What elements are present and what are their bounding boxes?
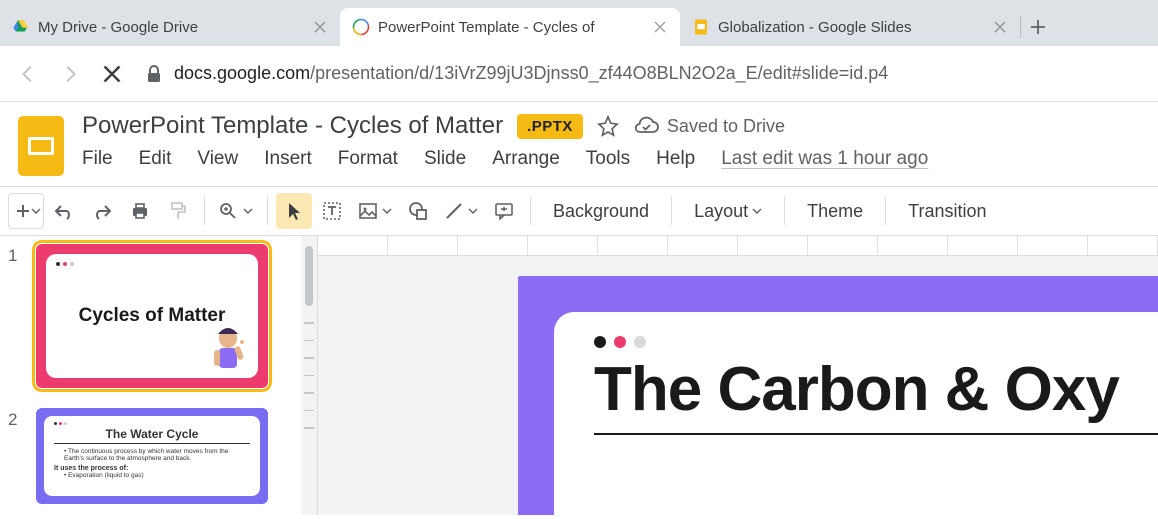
toolbar: Background Layout Theme Transition (0, 186, 1158, 236)
menu-edit[interactable]: Edit (139, 148, 172, 170)
menu-file[interactable]: File (82, 148, 113, 170)
lock-icon (146, 65, 162, 83)
chevron-down-icon (752, 206, 762, 216)
forward-button[interactable] (52, 56, 88, 92)
thumb-bullet: The continuous process by which water mo… (64, 448, 228, 462)
slides-logo-icon[interactable] (18, 116, 64, 176)
workspace: 1 Cycles of Matter (0, 236, 1158, 515)
title-underline (594, 433, 1158, 435)
zoom-button[interactable] (213, 193, 259, 229)
scrollbar-thumb[interactable] (305, 246, 313, 306)
print-button[interactable] (122, 193, 158, 229)
slide-title[interactable]: The Carbon & Oxy (594, 354, 1158, 425)
slides-icon (692, 18, 710, 36)
chevron-down-icon (243, 206, 253, 216)
thumb-title: The Water Cycle (54, 427, 250, 441)
image-tool[interactable] (352, 193, 398, 229)
document-title[interactable]: PowerPoint Template - Cycles of Matter (82, 112, 503, 140)
separator (267, 197, 268, 225)
slide-thumbnail[interactable]: 2 The Water Cycle • The continuous proce… (8, 408, 289, 504)
thumb-bullet: Evaporation (liquid to gas) (68, 472, 144, 479)
url-text: docs.google.com/presentation/d/13iVrZ99j… (174, 63, 888, 84)
menu-slide[interactable]: Slide (424, 148, 466, 170)
person-illustration-icon (204, 324, 252, 378)
slide-canvas[interactable]: The Carbon & Oxy (318, 236, 1158, 515)
select-tool[interactable] (276, 193, 312, 229)
menu-tools[interactable]: Tools (586, 148, 630, 170)
drive-icon (12, 18, 30, 36)
close-icon[interactable] (652, 19, 668, 35)
save-status[interactable]: Saved to Drive (633, 116, 785, 137)
separator (204, 197, 205, 225)
chevron-down-icon (31, 206, 41, 216)
comment-button[interactable] (486, 193, 522, 229)
tab-title: Globalization - Google Slides (718, 19, 984, 36)
menu-arrange[interactable]: Arrange (492, 148, 560, 170)
document-header: PowerPoint Template - Cycles of Matter .… (0, 102, 1158, 176)
chevron-down-icon (468, 206, 478, 216)
save-status-text: Saved to Drive (667, 116, 785, 137)
slide-number: 1 (8, 244, 24, 388)
stop-reload-button[interactable] (94, 56, 130, 92)
new-slide-button[interactable] (8, 193, 44, 229)
separator (530, 197, 531, 225)
layout-button[interactable]: Layout (680, 193, 776, 229)
star-button[interactable] (597, 115, 619, 137)
undo-button[interactable] (46, 193, 82, 229)
separator (784, 197, 785, 225)
slide-number: 2 (8, 408, 24, 504)
menu-format[interactable]: Format (338, 148, 398, 170)
close-icon[interactable] (992, 19, 1008, 35)
back-button[interactable] (10, 56, 46, 92)
new-tab-button[interactable] (1021, 8, 1055, 46)
file-format-badge: .PPTX (517, 114, 583, 139)
browser-tab-strip: My Drive - Google Drive PowerPoint Templ… (0, 0, 1158, 46)
paint-format-button[interactable] (160, 193, 196, 229)
url-field[interactable]: docs.google.com/presentation/d/13iVrZ99j… (136, 56, 1148, 92)
separator (885, 197, 886, 225)
slide-panel: 1 Cycles of Matter (0, 236, 318, 515)
horizontal-ruler (318, 236, 1158, 256)
line-tool[interactable] (438, 193, 484, 229)
separator (671, 197, 672, 225)
chevron-down-icon (382, 206, 392, 216)
browser-tab[interactable]: PowerPoint Template - Cycles of (340, 8, 680, 46)
theme-button[interactable]: Theme (793, 193, 877, 229)
thumb-subheading: It uses the process of: (54, 465, 250, 472)
slide-thumbnail[interactable]: 1 Cycles of Matter (8, 244, 289, 388)
slides-icon (352, 18, 370, 36)
close-icon[interactable] (312, 19, 328, 35)
browser-tab[interactable]: My Drive - Google Drive (0, 8, 340, 46)
redo-button[interactable] (84, 193, 120, 229)
shape-tool[interactable] (400, 193, 436, 229)
tab-title: PowerPoint Template - Cycles of (378, 19, 644, 36)
menu-view[interactable]: View (197, 148, 238, 170)
current-slide[interactable]: The Carbon & Oxy (518, 276, 1158, 515)
menu-bar: File Edit View Insert Format Slide Arran… (82, 140, 1140, 170)
textbox-tool[interactable] (314, 193, 350, 229)
menu-insert[interactable]: Insert (264, 148, 312, 170)
background-button[interactable]: Background (539, 193, 663, 229)
last-edit-link[interactable]: Last edit was 1 hour ago (721, 148, 928, 170)
cloud-check-icon (633, 116, 659, 136)
scrollbar[interactable] (301, 236, 317, 515)
menu-help[interactable]: Help (656, 148, 695, 170)
transition-button[interactable]: Transition (894, 193, 1000, 229)
tab-title: My Drive - Google Drive (38, 19, 304, 36)
browser-tab[interactable]: Globalization - Google Slides (680, 8, 1020, 46)
address-bar: docs.google.com/presentation/d/13iVrZ99j… (0, 46, 1158, 102)
window-dots-icon (594, 336, 1158, 348)
